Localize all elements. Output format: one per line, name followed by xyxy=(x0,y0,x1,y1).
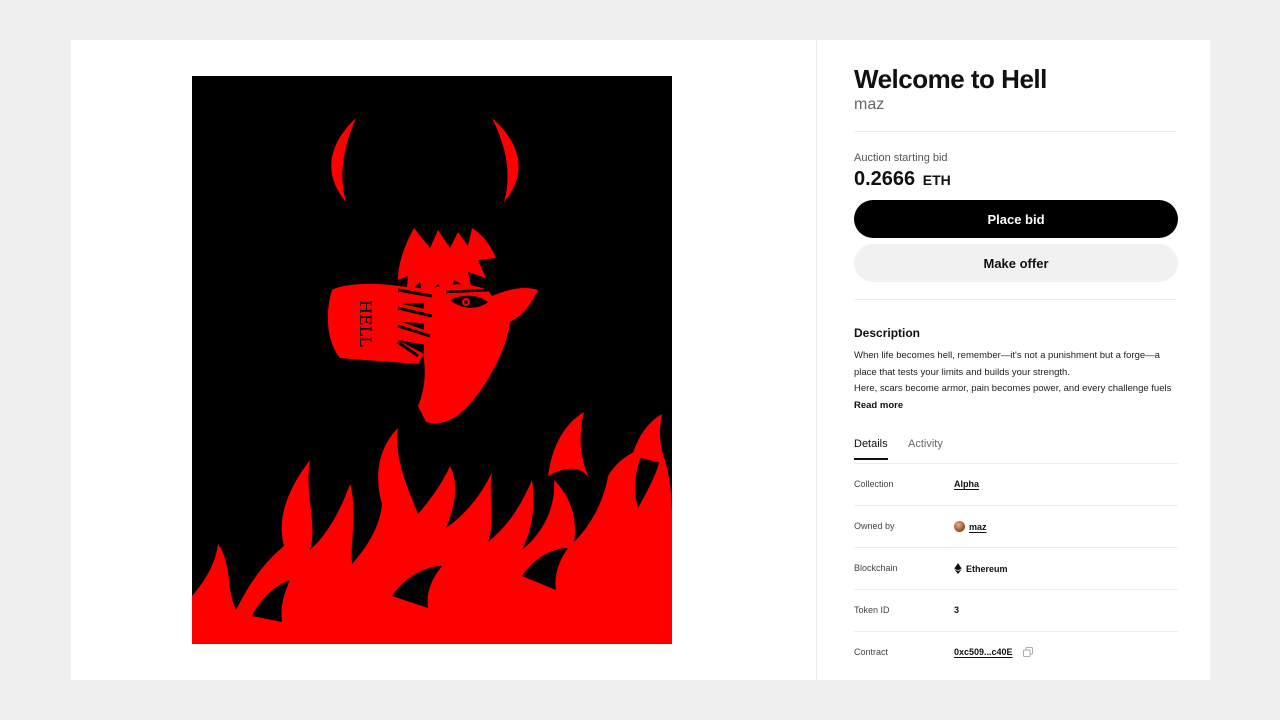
contract-value[interactable]: 0xc509...c40E xyxy=(954,647,1013,657)
contract-link[interactable]: 0xc509...c40E xyxy=(954,647,1033,657)
owner-value[interactable]: maz xyxy=(969,522,987,532)
make-offer-button[interactable]: Make offer xyxy=(854,244,1178,282)
artist-name[interactable]: maz xyxy=(854,96,884,114)
artwork-image[interactable]: HELL xyxy=(192,76,672,644)
description-line: Here, scars become armor, pain becomes p… xyxy=(854,383,1172,394)
detail-label: Contract xyxy=(854,647,889,657)
item-info-panel: Welcome to Hell maz Auction starting bid… xyxy=(854,40,1178,680)
avatar xyxy=(954,521,965,532)
item-card: HELL Welcome to Hell maz Auction startin… xyxy=(71,40,1210,680)
detail-label: Token ID xyxy=(854,605,890,615)
detail-tabs: Details Activity xyxy=(854,436,1178,464)
artwork-pane: HELL xyxy=(71,40,817,680)
blockchain-value: Ethereum xyxy=(966,563,1008,574)
description-line: place that tests your limits and builds … xyxy=(854,366,1070,378)
detail-label: Blockchain xyxy=(854,563,898,573)
description-text: When life becomes hell, remember—it's no… xyxy=(854,348,1178,398)
tab-activity[interactable]: Activity xyxy=(908,438,943,458)
detail-row-collection: Collection Alpha xyxy=(854,464,1178,506)
blockchain-value-wrap: Ethereum xyxy=(954,563,1008,574)
tab-details[interactable]: Details xyxy=(854,438,888,460)
item-title: Welcome to Hell xyxy=(854,64,1047,94)
auction-price: 0.2666 ETH xyxy=(854,168,951,191)
auction-currency: ETH xyxy=(922,172,951,188)
detail-row-token: Token ID 3 xyxy=(854,590,1178,632)
description-heading: Description xyxy=(854,326,921,340)
detail-row-blockchain: Blockchain Ethereum xyxy=(854,548,1178,590)
detail-row-owner: Owned by maz xyxy=(854,506,1178,548)
divider xyxy=(854,131,1176,132)
detail-label: Owned by xyxy=(854,521,895,531)
place-bid-button[interactable]: Place bid xyxy=(854,200,1178,238)
read-more-link[interactable]: Read more xyxy=(854,400,903,411)
ethereum-icon xyxy=(954,563,962,574)
collection-link[interactable]: Alpha xyxy=(954,479,979,489)
auction-label: Auction starting bid xyxy=(854,152,948,164)
detail-row-contract: Contract 0xc509...c40E xyxy=(854,632,1178,674)
detail-label: Collection xyxy=(854,479,894,489)
hand-lettering: HELL xyxy=(356,300,375,347)
description-line: When life becomes hell, remember—it's no… xyxy=(854,350,1160,361)
divider xyxy=(854,299,1176,300)
auction-amount: 0.2666 xyxy=(854,168,916,190)
collection-value[interactable]: Alpha xyxy=(954,479,979,489)
token-value: 3 xyxy=(954,605,960,615)
copy-icon[interactable] xyxy=(1022,647,1033,657)
owner-link[interactable]: maz xyxy=(954,521,987,532)
artwork-illustration: HELL xyxy=(192,76,672,644)
